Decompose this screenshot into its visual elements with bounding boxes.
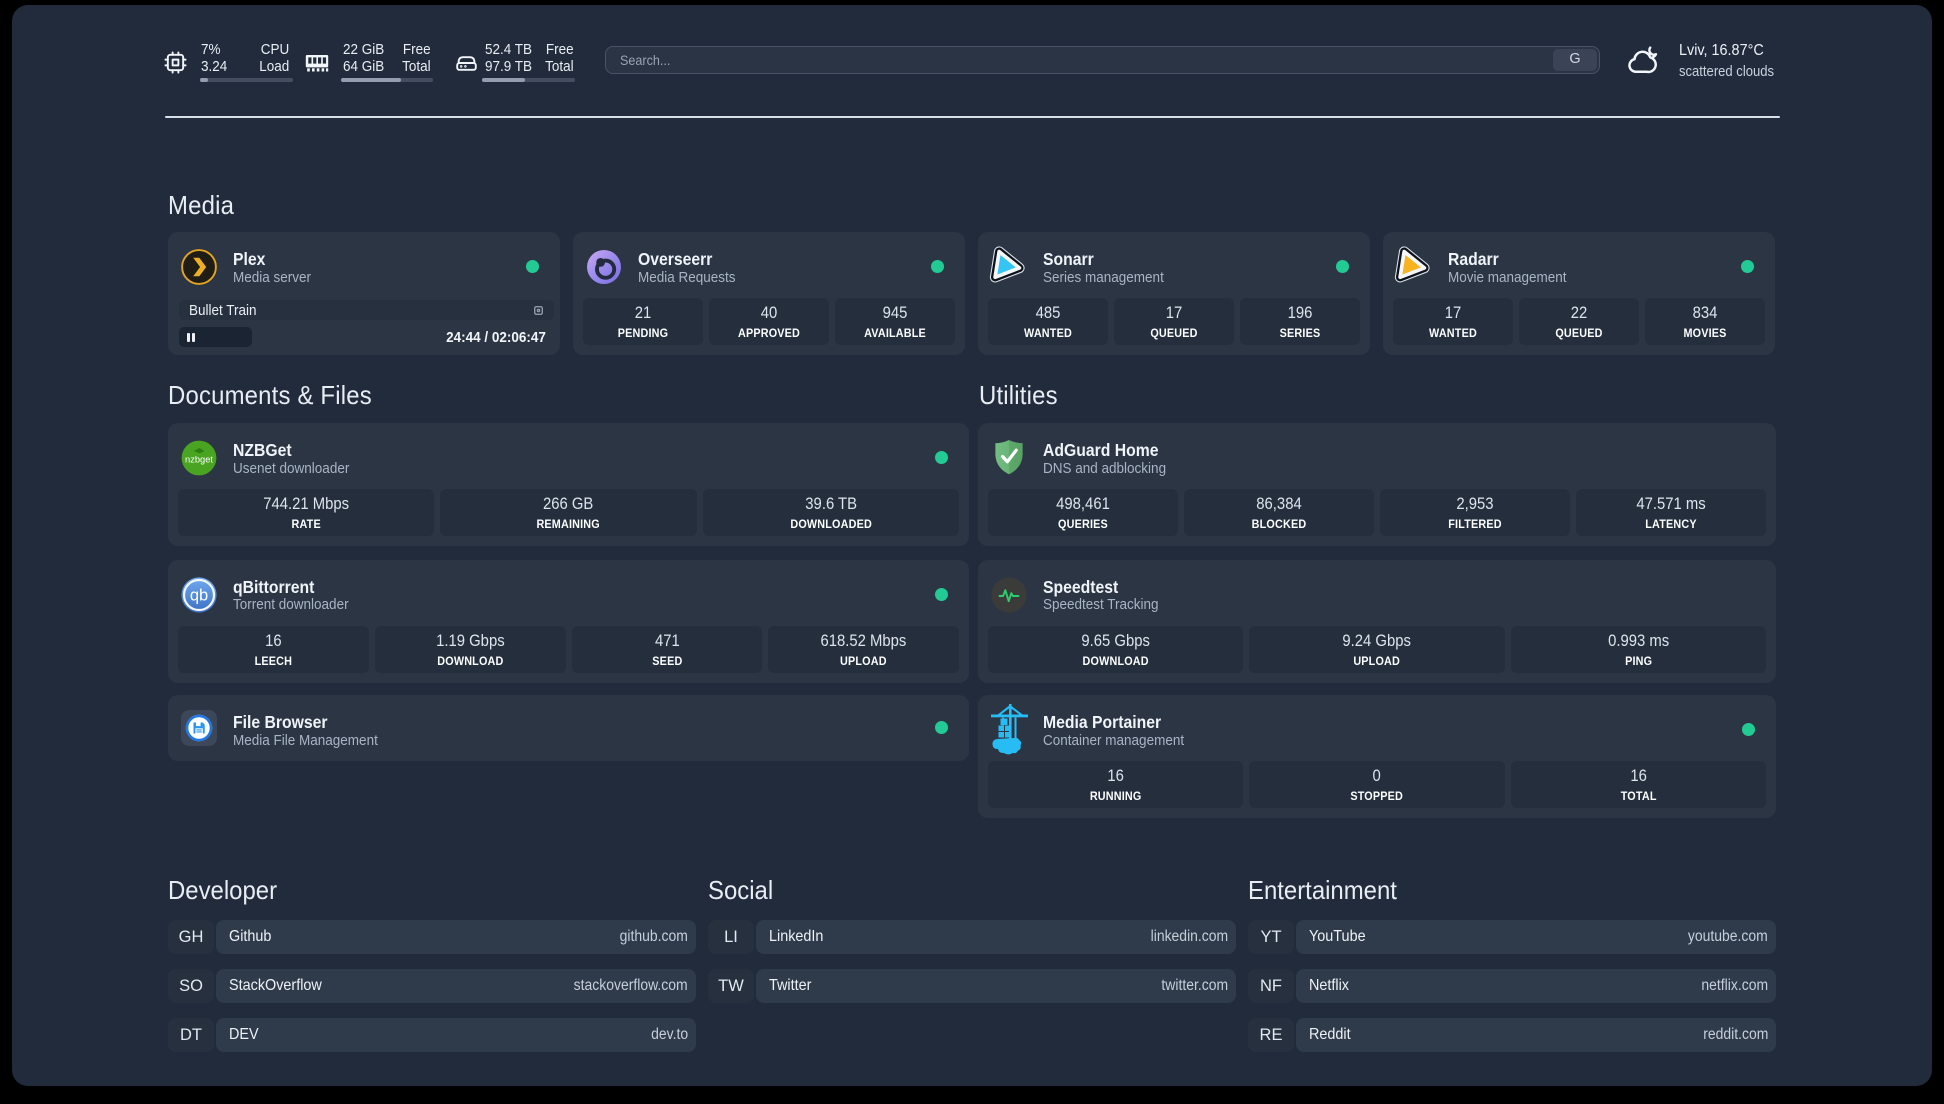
svg-text:nzbget: nzbget bbox=[185, 455, 213, 465]
svg-text:qb: qb bbox=[190, 586, 208, 604]
